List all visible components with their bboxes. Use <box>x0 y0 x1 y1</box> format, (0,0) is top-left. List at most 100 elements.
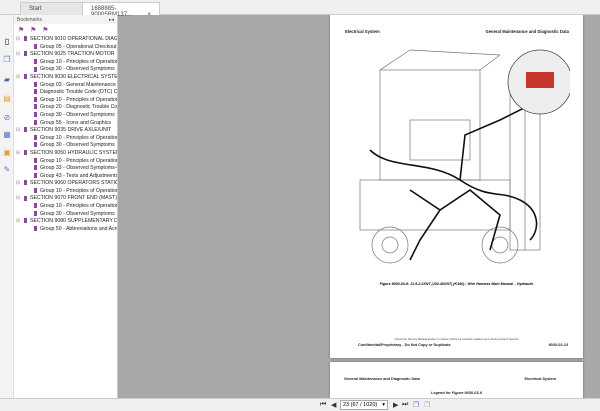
bookmark-icon <box>24 127 27 133</box>
bookmark-item[interactable]: Group 10 - Principles of Operation <box>14 203 117 211</box>
collapse-icon[interactable]: ⊟ <box>16 195 20 203</box>
bookmark-item[interactable]: ⊟ SECTION 9025 TRACTION MOTOR <box>14 51 117 59</box>
page-number-input[interactable]: 23 (67 / 1020) ▾ <box>340 400 388 410</box>
continuous-view-icon[interactable]: ❐ <box>424 401 430 409</box>
add-bookmark-icon[interactable]: ⚑ <box>30 27 36 34</box>
document-viewport[interactable]: Electrical System General Maintenance an… <box>118 15 600 398</box>
bookmark-item[interactable]: Group 30 - Observed Symptoms <box>14 66 117 74</box>
bookmark-label: Group 30 - Observed Symptoms <box>40 111 115 118</box>
tab-document[interactable]: 1688885-90005RM137... × <box>82 2 160 18</box>
bookmark-item[interactable]: Group 10 - Principles of Operation <box>14 135 117 143</box>
collapse-icon[interactable]: ⊟ <box>16 127 20 135</box>
collapse-icon[interactable]: ⊟ <box>16 180 20 188</box>
collapse-icon[interactable]: ⊟ <box>16 218 20 226</box>
previous-page-icon[interactable]: ◀ <box>331 401 336 409</box>
tab-label: Start <box>29 6 42 12</box>
bookmarks-panel-icon[interactable]: ▯ <box>2 37 12 47</box>
page-header-left: General Maintenance and Diagnostic Data <box>344 377 420 381</box>
bookmark-label: Group 55 - Icons and Graphics <box>40 119 111 126</box>
bookmark-item[interactable]: ⊟ SECTION 9030 ELECTRICAL SYSTEM <box>14 74 117 82</box>
bookmark-item[interactable]: Diagnostic Trouble Code (DTC) Ch <box>14 89 117 97</box>
bookmarks-panel: Bookmarks ▸◂ ⚑ ⚑ ⚑ ⊟ SECTION 9010 OPERATIO… <box>14 15 118 398</box>
layers-icon[interactable]: ▰ <box>2 75 12 85</box>
bookmark-icon <box>24 150 27 156</box>
bookmark-icon <box>34 96 37 102</box>
pdf-page-1: Electrical System General Maintenance an… <box>330 15 583 358</box>
tab-bar: Start 1688885-90005RM137... × <box>0 0 600 18</box>
bookmark-item[interactable]: ⊟ SECTION 9070 FRONT END (MAST) A <box>14 195 117 203</box>
delete-bookmark-icon[interactable]: ⚑ <box>42 27 48 34</box>
control-box <box>526 72 554 88</box>
bookmark-icon <box>34 225 37 231</box>
bookmarks-title: Bookmarks <box>17 17 43 23</box>
bookmark-label: SECTION 9080 SUPPLEMENTARY DAT <box>30 218 117 225</box>
collapse-icon[interactable]: ⊟ <box>16 36 20 44</box>
page-value: 23 (67 / 1020) <box>343 402 378 408</box>
collapse-icon[interactable]: ⊟ <box>16 150 20 158</box>
bookmark-label: Group 20 - Diagnostic Trouble Cod <box>40 104 117 111</box>
attachment-icon[interactable]: ⊘ <box>2 113 12 123</box>
bookmark-item[interactable]: Group 43 - Tests and Adjustments <box>14 173 117 181</box>
bookmark-item[interactable]: Group 10 - Principles of Operation <box>14 188 117 196</box>
bookmark-icon <box>24 195 27 201</box>
bookmark-label: Group 10 - Principles of Operation <box>40 187 117 194</box>
wire-harness-diagram <box>359 49 570 264</box>
comments-icon[interactable]: ▤ <box>2 94 12 104</box>
bookmark-label: Diagnostic Trouble Code (DTC) Ch <box>40 89 117 96</box>
bookmark-item[interactable]: ⊟ SECTION 9050 HYDRAULIC SYSTEMS <box>14 150 117 158</box>
bookmark-item[interactable]: Group 20 - Diagnostic Trouble Cod <box>14 104 117 112</box>
bookmark-item[interactable]: Group 55 - Icons and Graphics <box>14 120 117 128</box>
lock-icon[interactable]: ▣ <box>2 148 12 158</box>
bookmark-item[interactable]: Group 30 - Observed Symptoms <box>14 211 117 219</box>
bookmark-label: SECTION 9060 OPERATORS STATION <box>30 180 117 187</box>
bookmark-label: Group 10 - Principles of Operation <box>40 58 117 65</box>
bookmark-label: Group 03 - General Maintenance a <box>40 81 117 88</box>
bookmark-icon <box>34 66 37 72</box>
bookmark-icon <box>34 89 37 95</box>
single-page-view-icon[interactable]: ❐ <box>413 401 419 409</box>
bookmark-item[interactable]: Group 10 - Principles of Operation <box>14 97 117 105</box>
last-page-icon[interactable]: ⏭ <box>402 401 408 409</box>
next-page-icon[interactable]: ▶ <box>393 401 398 409</box>
bookmark-icon <box>24 74 27 80</box>
bookmark-label: Group 10 - Principles of Operation <box>40 157 117 164</box>
bookmark-label: SECTION 9050 HYDRAULIC SYSTEMS <box>30 149 117 156</box>
bookmark-item[interactable]: Group 03 - General Maintenance a <box>14 82 117 90</box>
expand-bookmark-icon[interactable]: ⚑ <box>18 27 24 34</box>
bookmark-icon <box>34 58 37 64</box>
bookmark-item[interactable]: ⊟ SECTION 9035 DRIVE AXLE/UNIT <box>14 127 117 135</box>
bookmark-label: Group 10 - Principles of Operation <box>40 203 117 210</box>
first-page-icon[interactable]: ⏮ <box>320 401 326 409</box>
pages-icon[interactable]: ❐ <box>2 55 12 65</box>
bookmark-item[interactable]: ⊟ SECTION 9010 OPERATIONAL DIAGN <box>14 36 117 44</box>
bookmark-item[interactable]: ⊟ SECTION 9080 SUPPLEMENTARY DAT <box>14 218 117 226</box>
bookmark-item[interactable]: Group 50 - Abbreviations and Acro <box>14 226 117 234</box>
bookmark-item[interactable]: ⊟ SECTION 9060 OPERATORS STATION <box>14 180 117 188</box>
bookmark-icon <box>34 210 37 216</box>
bookmark-icon <box>34 43 37 49</box>
bookmark-icon <box>34 104 37 110</box>
collapse-icon[interactable]: ⊟ <box>16 51 20 59</box>
bookmark-label: Group 30 - Observed Symptoms <box>40 210 115 217</box>
bookmark-item[interactable]: Group 33 - Observed Symptoms-G <box>14 165 117 173</box>
bookmark-item[interactable]: Group 10 - Principles of Operation <box>14 158 117 166</box>
panel-options-icon[interactable]: ▸◂ <box>109 17 114 23</box>
bookmark-label: Group 30 - Observed Symptoms <box>40 142 115 149</box>
chevron-down-icon[interactable]: ▾ <box>382 402 385 408</box>
side-icon-strip: ▯ ❐ ▰ ▤ ⊘ ▦ ▣ ✎ <box>0 15 14 398</box>
bookmark-item[interactable]: Group 05 - Operational Checkout <box>14 44 117 52</box>
bookmark-item[interactable]: Group 10 - Principles of Operation <box>14 59 117 67</box>
bookmark-label: Group 30 - Observed Symptoms <box>40 66 115 73</box>
collapse-icon[interactable]: ⊟ <box>16 74 20 82</box>
legend-title: Legend for Figure 9030-03-9 <box>431 391 482 395</box>
bookmark-icon <box>34 172 37 178</box>
bookmark-icon <box>34 81 37 87</box>
bookmark-item[interactable]: Group 30 - Observed Symptoms <box>14 112 117 120</box>
bookmark-item[interactable]: Group 30 - Observed Symptoms <box>14 142 117 150</box>
tools-icon[interactable]: ✎ <box>2 165 12 175</box>
bookmark-icon <box>24 36 27 42</box>
navigation-toolbar: ⏮ ◀ 23 (67 / 1020) ▾ ▶ ⏭ ❐ ❐ <box>0 398 600 411</box>
signature-icon[interactable]: ▦ <box>2 130 12 140</box>
bookmark-icon <box>34 112 37 118</box>
bookmark-label: SECTION 9010 OPERATIONAL DIAGN <box>30 36 117 42</box>
